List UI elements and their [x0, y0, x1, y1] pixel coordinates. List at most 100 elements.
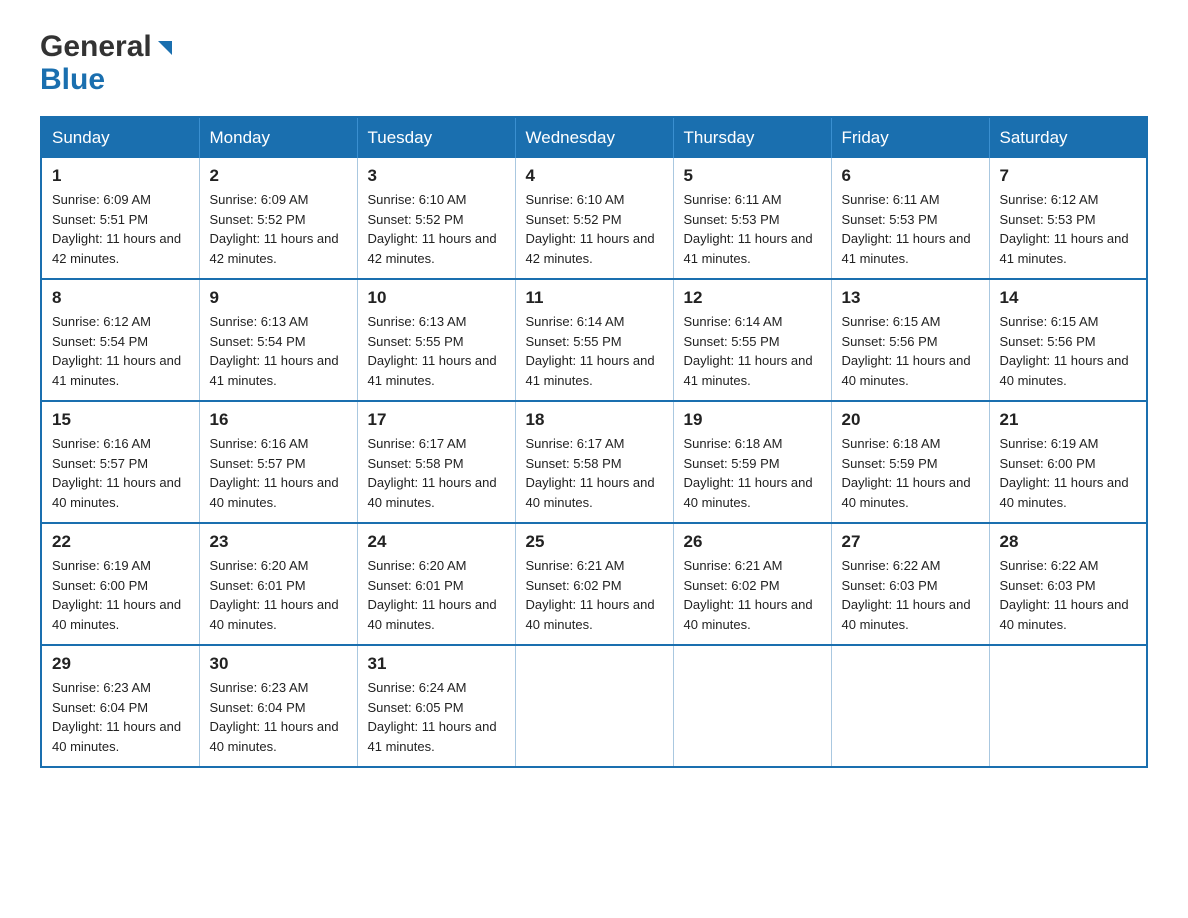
header-day-friday: Friday: [831, 117, 989, 158]
empty-cell: [673, 645, 831, 767]
day-cell-13: 13 Sunrise: 6:15 AMSunset: 5:56 PMDayligh…: [831, 279, 989, 401]
day-info: Sunrise: 6:19 AMSunset: 6:00 PMDaylight:…: [1000, 436, 1129, 510]
day-info: Sunrise: 6:12 AMSunset: 5:53 PMDaylight:…: [1000, 192, 1129, 266]
day-cell-28: 28 Sunrise: 6:22 AMSunset: 6:03 PMDayligh…: [989, 523, 1147, 645]
day-info: Sunrise: 6:10 AMSunset: 5:52 PMDaylight:…: [526, 192, 655, 266]
week-row-4: 22 Sunrise: 6:19 AMSunset: 6:00 PMDayligh…: [41, 523, 1147, 645]
day-info: Sunrise: 6:20 AMSunset: 6:01 PMDaylight:…: [210, 558, 339, 632]
header-day-tuesday: Tuesday: [357, 117, 515, 158]
logo-blue-text: Blue: [40, 63, 176, 96]
day-number: 5: [684, 166, 821, 186]
week-row-1: 1Sunrise: 6:09 AMSunset: 5:51 PMDaylight…: [41, 158, 1147, 279]
day-info: Sunrise: 6:10 AMSunset: 5:52 PMDaylight:…: [368, 192, 497, 266]
day-cell-2: 2 Sunrise: 6:09 AMSunset: 5:52 PMDaylight…: [199, 158, 357, 279]
empty-cell: [989, 645, 1147, 767]
day-number: 30: [210, 654, 347, 674]
header-day-monday: Monday: [199, 117, 357, 158]
day-cell-27: 27 Sunrise: 6:22 AMSunset: 6:03 PMDayligh…: [831, 523, 989, 645]
day-number: 7: [1000, 166, 1137, 186]
day-info: Sunrise: 6:16 AMSunset: 5:57 PMDaylight:…: [52, 436, 181, 510]
day-number: 14: [1000, 288, 1137, 308]
day-cell-26: 26 Sunrise: 6:21 AMSunset: 6:02 PMDayligh…: [673, 523, 831, 645]
day-info: Sunrise: 6:19 AMSunset: 6:00 PMDaylight:…: [52, 558, 181, 632]
day-cell-7: 7 Sunrise: 6:12 AMSunset: 5:53 PMDaylight…: [989, 158, 1147, 279]
day-cell-21: 21 Sunrise: 6:19 AMSunset: 6:00 PMDayligh…: [989, 401, 1147, 523]
day-cell-11: 11 Sunrise: 6:14 AMSunset: 5:55 PMDayligh…: [515, 279, 673, 401]
day-number: 13: [842, 288, 979, 308]
day-info: Sunrise: 6:13 AMSunset: 5:54 PMDaylight:…: [210, 314, 339, 388]
day-info: Sunrise: 6:15 AMSunset: 5:56 PMDaylight:…: [1000, 314, 1129, 388]
day-number: 28: [1000, 532, 1137, 552]
page-header: General Blue: [40, 30, 1148, 96]
day-number: 17: [368, 410, 505, 430]
day-number: 9: [210, 288, 347, 308]
day-info: Sunrise: 6:14 AMSunset: 5:55 PMDaylight:…: [526, 314, 655, 388]
day-number: 22: [52, 532, 189, 552]
day-number: 3: [368, 166, 505, 186]
day-cell-18: 18 Sunrise: 6:17 AMSunset: 5:58 PMDayligh…: [515, 401, 673, 523]
day-cell-14: 14 Sunrise: 6:15 AMSunset: 5:56 PMDayligh…: [989, 279, 1147, 401]
day-info: Sunrise: 6:09 AMSunset: 5:52 PMDaylight:…: [210, 192, 339, 266]
day-info: Sunrise: 6:23 AMSunset: 6:04 PMDaylight:…: [210, 680, 339, 754]
day-number: 25: [526, 532, 663, 552]
day-info: Sunrise: 6:22 AMSunset: 6:03 PMDaylight:…: [1000, 558, 1129, 632]
calendar-table: SundayMondayTuesdayWednesdayThursdayFrid…: [40, 116, 1148, 768]
day-cell-23: 23 Sunrise: 6:20 AMSunset: 6:01 PMDayligh…: [199, 523, 357, 645]
day-info: Sunrise: 6:18 AMSunset: 5:59 PMDaylight:…: [684, 436, 813, 510]
day-number: 19: [684, 410, 821, 430]
day-cell-15: 15 Sunrise: 6:16 AMSunset: 5:57 PMDayligh…: [41, 401, 199, 523]
day-info: Sunrise: 6:18 AMSunset: 5:59 PMDaylight:…: [842, 436, 971, 510]
day-info: Sunrise: 6:20 AMSunset: 6:01 PMDaylight:…: [368, 558, 497, 632]
day-info: Sunrise: 6:23 AMSunset: 6:04 PMDaylight:…: [52, 680, 181, 754]
header-day-saturday: Saturday: [989, 117, 1147, 158]
day-info: Sunrise: 6:17 AMSunset: 5:58 PMDaylight:…: [526, 436, 655, 510]
day-info: Sunrise: 6:15 AMSunset: 5:56 PMDaylight:…: [842, 314, 971, 388]
day-cell-17: 17 Sunrise: 6:17 AMSunset: 5:58 PMDayligh…: [357, 401, 515, 523]
day-number: 18: [526, 410, 663, 430]
day-number: 27: [842, 532, 979, 552]
day-number: 20: [842, 410, 979, 430]
day-info: Sunrise: 6:17 AMSunset: 5:58 PMDaylight:…: [368, 436, 497, 510]
logo-triangle-icon: [154, 37, 176, 59]
logo-general-text: General: [40, 30, 152, 63]
header-day-thursday: Thursday: [673, 117, 831, 158]
day-cell-24: 24 Sunrise: 6:20 AMSunset: 6:01 PMDayligh…: [357, 523, 515, 645]
day-number: 1: [52, 166, 189, 186]
day-cell-20: 20 Sunrise: 6:18 AMSunset: 5:59 PMDayligh…: [831, 401, 989, 523]
day-info: Sunrise: 6:22 AMSunset: 6:03 PMDaylight:…: [842, 558, 971, 632]
day-number: 2: [210, 166, 347, 186]
day-cell-9: 9 Sunrise: 6:13 AMSunset: 5:54 PMDaylight…: [199, 279, 357, 401]
day-number: 21: [1000, 410, 1137, 430]
day-cell-25: 25 Sunrise: 6:21 AMSunset: 6:02 PMDayligh…: [515, 523, 673, 645]
day-cell-30: 30 Sunrise: 6:23 AMSunset: 6:04 PMDayligh…: [199, 645, 357, 767]
day-info: Sunrise: 6:11 AMSunset: 5:53 PMDaylight:…: [684, 192, 813, 266]
header-row: SundayMondayTuesdayWednesdayThursdayFrid…: [41, 117, 1147, 158]
day-number: 11: [526, 288, 663, 308]
day-number: 29: [52, 654, 189, 674]
empty-cell: [831, 645, 989, 767]
day-cell-10: 10Sunrise: 6:13 AMSunset: 5:55 PMDayligh…: [357, 279, 515, 401]
day-info: Sunrise: 6:24 AMSunset: 6:05 PMDaylight:…: [368, 680, 497, 754]
day-cell-8: 8Sunrise: 6:12 AMSunset: 5:54 PMDaylight…: [41, 279, 199, 401]
day-info: Sunrise: 6:21 AMSunset: 6:02 PMDaylight:…: [684, 558, 813, 632]
day-cell-22: 22 Sunrise: 6:19 AMSunset: 6:00 PMDayligh…: [41, 523, 199, 645]
empty-cell: [515, 645, 673, 767]
day-number: 26: [684, 532, 821, 552]
day-info: Sunrise: 6:21 AMSunset: 6:02 PMDaylight:…: [526, 558, 655, 632]
day-number: 6: [842, 166, 979, 186]
day-number: 31: [368, 654, 505, 674]
day-number: 4: [526, 166, 663, 186]
header-day-wednesday: Wednesday: [515, 117, 673, 158]
day-number: 16: [210, 410, 347, 430]
day-info: Sunrise: 6:12 AMSunset: 5:54 PMDaylight:…: [52, 314, 181, 388]
day-number: 15: [52, 410, 189, 430]
day-number: 24: [368, 532, 505, 552]
day-info: Sunrise: 6:16 AMSunset: 5:57 PMDaylight:…: [210, 436, 339, 510]
day-cell-6: 6 Sunrise: 6:11 AMSunset: 5:53 PMDaylight…: [831, 158, 989, 279]
day-cell-1: 1Sunrise: 6:09 AMSunset: 5:51 PMDaylight…: [41, 158, 199, 279]
day-cell-3: 3 Sunrise: 6:10 AMSunset: 5:52 PMDaylight…: [357, 158, 515, 279]
day-number: 23: [210, 532, 347, 552]
day-info: Sunrise: 6:11 AMSunset: 5:53 PMDaylight:…: [842, 192, 971, 266]
day-cell-16: 16 Sunrise: 6:16 AMSunset: 5:57 PMDayligh…: [199, 401, 357, 523]
day-cell-12: 12Sunrise: 6:14 AMSunset: 5:55 PMDayligh…: [673, 279, 831, 401]
